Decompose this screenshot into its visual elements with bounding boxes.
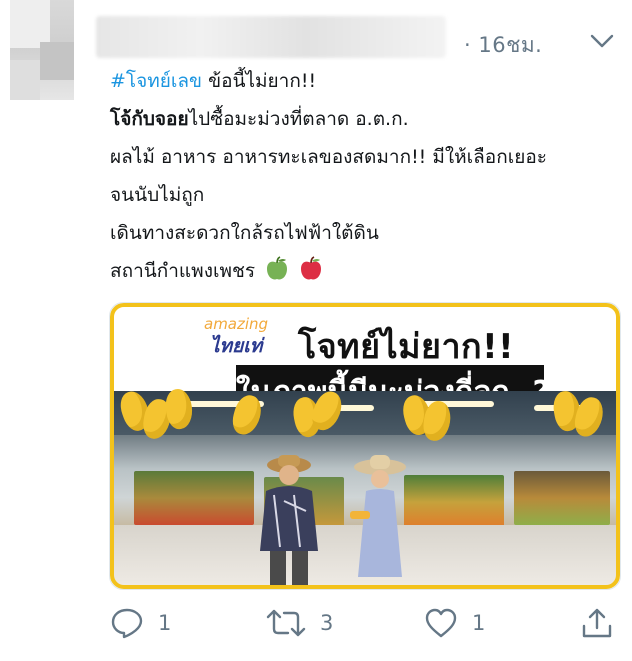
like-count: 1 xyxy=(472,611,486,635)
hashtag-link[interactable]: #โจทย์เลข xyxy=(110,70,202,92)
heart-icon xyxy=(425,608,457,638)
like-button[interactable]: 1 xyxy=(424,606,485,640)
reply-button[interactable]: 1 xyxy=(110,606,171,640)
retweet-count: 3 xyxy=(320,611,334,635)
tweet-bold-text: โจ้กับจอย xyxy=(110,108,189,130)
tweet-line-4: จนนับไม่ถูก xyxy=(110,184,205,206)
tweet-line-1-rest: ข้อนี้ไม่ยาก!! xyxy=(202,70,317,92)
tweet-line-6: สถานีกำแพงเพชร xyxy=(110,252,620,290)
tweet-menu-button[interactable] xyxy=(588,30,616,52)
tweet-line-2: โจ้กับจอยไปซื้อมะม่วงที่ตลาด อ.ต.ก. xyxy=(110,100,620,138)
reply-icon xyxy=(111,608,143,639)
tweet-line-1: #โจทย์เลข ข้อนี้ไม่ยาก!! xyxy=(110,62,620,100)
retweet-button[interactable]: 3 xyxy=(266,606,333,640)
share-button[interactable] xyxy=(580,606,614,640)
tweet-media-image[interactable]: amazing ไทยเท่ โจทย์ไม่ยาก!! ในภาพนี้มีม… xyxy=(109,302,621,590)
tweet-text: #โจทย์เลข ข้อนี้ไม่ยาก!! โจ้กับจอยไปซื้อ… xyxy=(110,62,620,290)
tweet-line-6-text: สถานีกำแพงเพชร xyxy=(110,260,256,282)
tweet-line-3: ผลไม้ อาหาร อาหารทะเลของสดมาก!! มีให้เลื… xyxy=(110,146,547,168)
tweet-line-2-rest: ไปซื้อมะม่วงที่ตลาด อ.ต.ก. xyxy=(188,108,409,130)
share-icon xyxy=(582,608,612,638)
tweet-timestamp[interactable]: · 16ชม. xyxy=(464,29,542,62)
chevron-down-icon xyxy=(590,34,614,48)
tweet-line-5: เดินทางสะดวกใกล้รถไฟฟ้าใต้ดิน xyxy=(110,222,379,244)
author-name-blurred[interactable] xyxy=(96,16,446,58)
reply-count: 1 xyxy=(158,611,172,635)
red-apple-icon xyxy=(301,256,322,280)
avatar[interactable] xyxy=(10,0,74,100)
green-apple-icon xyxy=(267,256,288,280)
retweet-icon xyxy=(266,609,306,637)
